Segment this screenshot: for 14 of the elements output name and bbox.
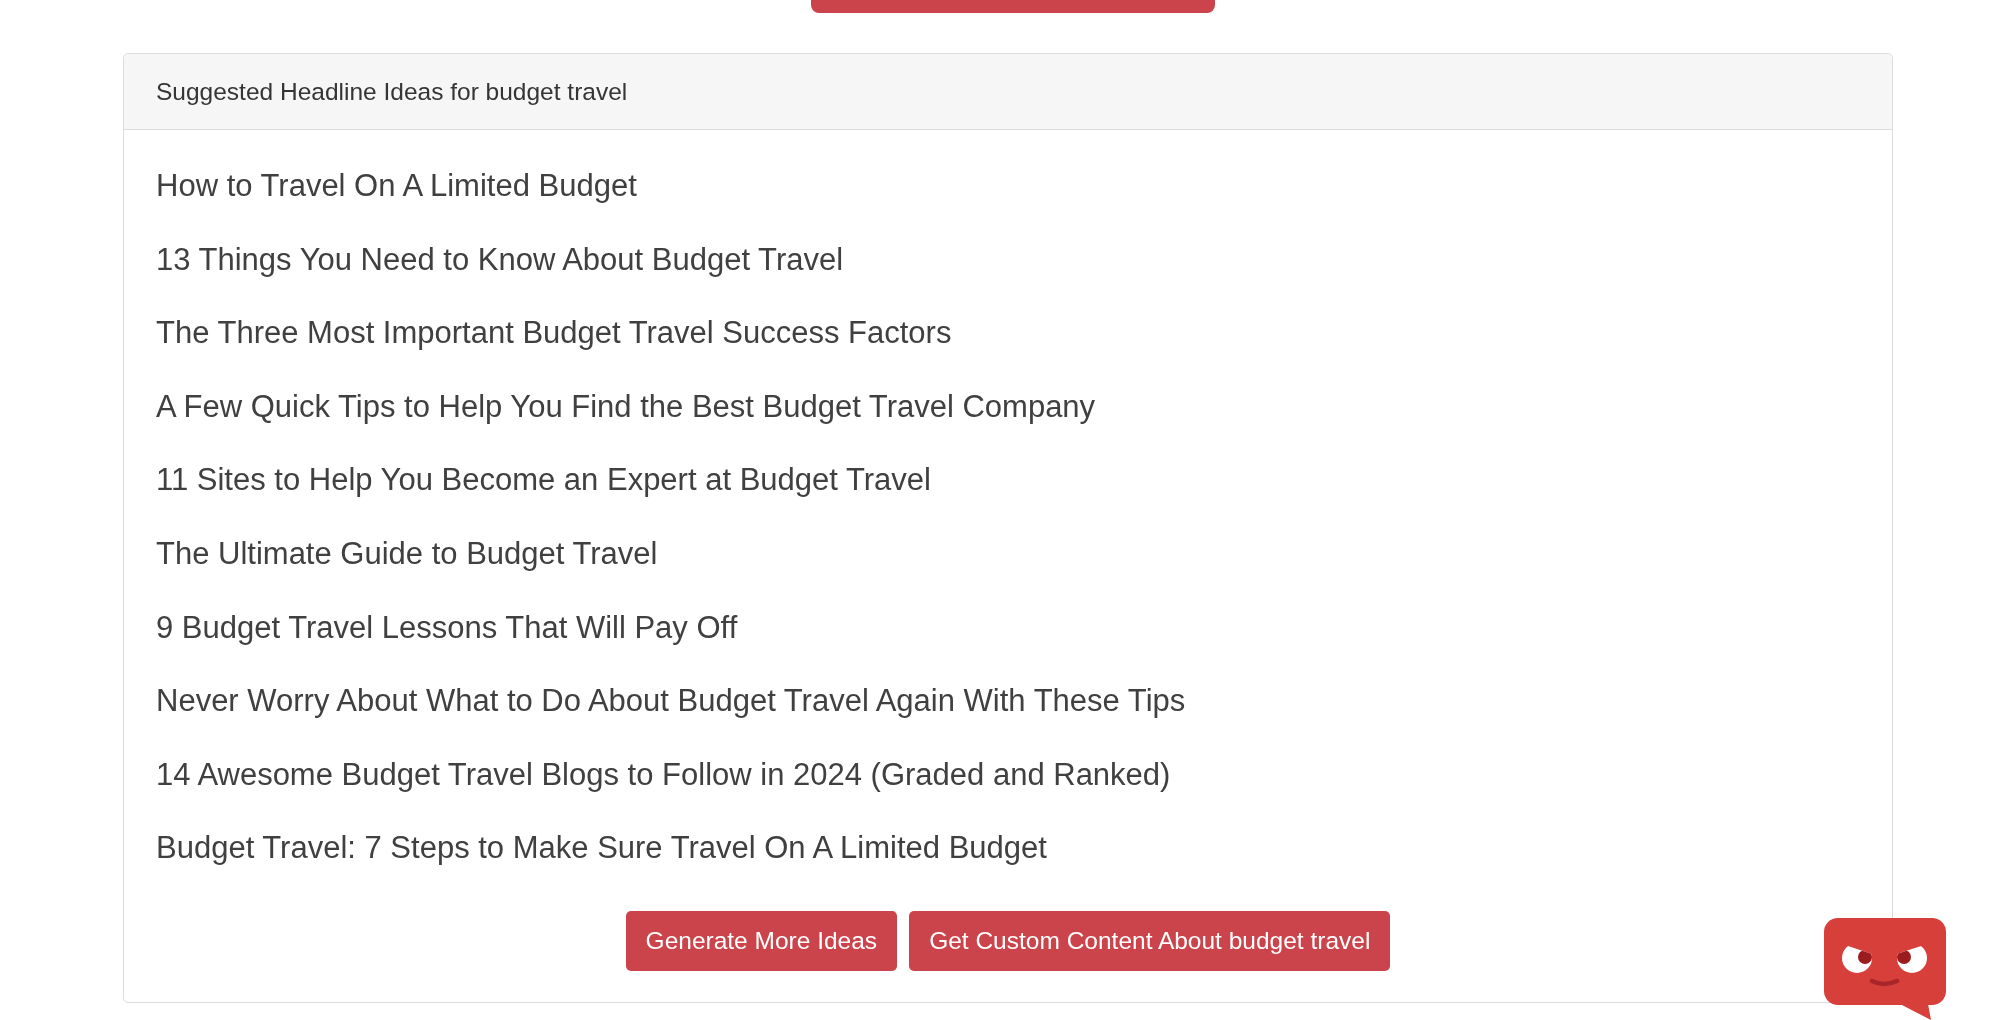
headline-text: 11 Sites to Help You Become an Expert at Budget Travel	[156, 461, 931, 500]
chat-bubble-icon[interactable]	[1824, 918, 1946, 1020]
generate-ideas-button[interactable]: Generate More Ideas	[625, 911, 898, 972]
headline-text: 14 Awesome Budget Travel Blogs to Follow in 2024 (Graded and Ranked)	[156, 755, 1171, 794]
headline-text: 9 Budget Travel Lessons That Will Pay Off	[156, 608, 738, 647]
headline-text: A Few Quick Tips to Help You Find the Best Budget Travel Company	[156, 387, 1096, 426]
headline-text: 13 Things You Need to Know About Budget Travel	[156, 240, 844, 279]
headline-text: The Ultimate Guide to Budget Travel	[156, 534, 658, 573]
custom-content-button[interactable]: Get Custom Content About budget travel	[909, 911, 1391, 972]
headline-text: How to Travel On A Limited Budget	[156, 167, 637, 205]
headline-text: The Three Most Important Budget Travel Success Factors	[156, 314, 952, 353]
card-title: Suggested Headline Ideas for budget travel	[156, 77, 628, 106]
headline-text: Budget Travel: 7 Steps to Make Sure Travel On A Limited Budget	[156, 829, 1047, 868]
headline-text: Never Worry About What to Do About Budget Travel Again With These Tips	[156, 682, 1186, 721]
